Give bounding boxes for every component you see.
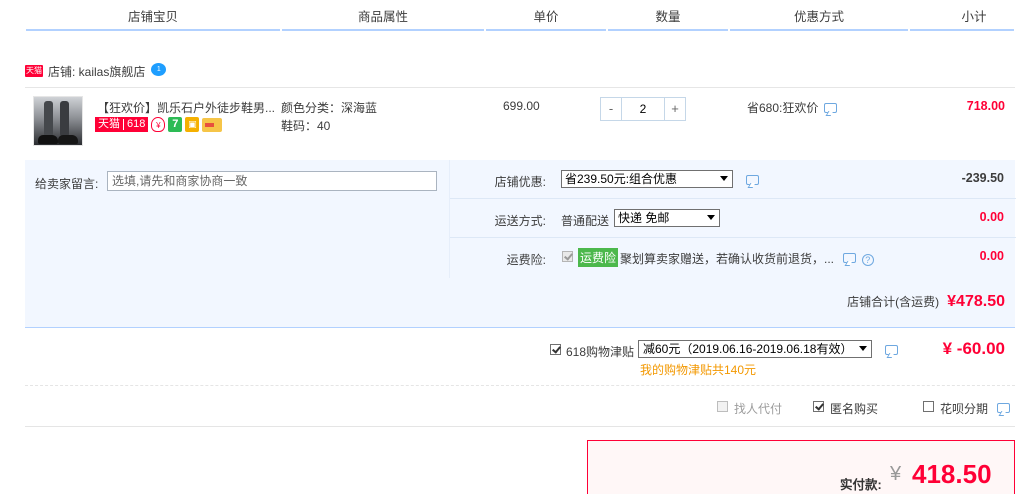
shop-coupon-label: 店铺优惠: xyxy=(494,175,546,189)
shop-coupon-select[interactable]: 省239.50元:组合优惠 xyxy=(561,170,733,188)
service-badges: 天猫 618 ¥ 7 ▣ xyxy=(95,117,223,132)
chevron-down-icon xyxy=(707,215,715,220)
badge-618-text: 618 xyxy=(127,118,146,130)
insurance-label: 运费险: xyxy=(506,253,546,267)
product-thumbnail[interactable] xyxy=(33,96,83,146)
proxy-pay-label: 找人代付 xyxy=(734,402,783,416)
shopping-subsidy-row: 618购物津贴 减60元（2019.06.16-2019.06.18有效） 我的… xyxy=(25,330,1015,386)
subsidy-label: 618购物津贴 xyxy=(566,345,635,359)
tmall-badge-text: 天猫 xyxy=(98,118,120,130)
huabei-checkbox[interactable] xyxy=(923,401,934,412)
discount-text: 省680:狂欢价 xyxy=(747,101,819,115)
tmall-618-badge: 天猫 618 xyxy=(95,117,149,132)
order-options: 店铺优惠: 省239.50元:组合优惠 -239.50 运送方式: 普通配送 快… xyxy=(449,160,1016,278)
qty-plus-button[interactable]: + xyxy=(664,97,686,121)
seller-note-label: 给卖家留言: xyxy=(35,177,99,191)
product-title-link[interactable]: 【狂欢价】凯乐石户外徒步鞋男... xyxy=(97,99,277,116)
chevron-down-icon xyxy=(720,176,728,181)
col-quantity: 数量 xyxy=(608,0,728,32)
anonymous-label: 匿名购买 xyxy=(830,402,879,416)
proxy-pay-checkbox[interactable] xyxy=(717,401,728,412)
insurance-value: 0.00 xyxy=(979,249,1004,263)
col-attrs: 商品属性 xyxy=(282,0,484,32)
col-subtotal: 小计 xyxy=(910,0,1014,32)
shop-coupon-value: -239.50 xyxy=(961,171,1004,185)
subsidy-selected: 减60元（2019.06.16-2019.06.18有效） xyxy=(643,342,853,356)
chat-icon[interactable]: 1 xyxy=(151,62,167,76)
huabei-info-icon[interactable] xyxy=(997,403,1010,413)
subsidy-message-icon[interactable] xyxy=(885,345,898,355)
subsidy-select[interactable]: 减60元（2019.06.16-2019.06.18有效） xyxy=(638,340,872,358)
quantity-stepper: - 2 + xyxy=(600,97,686,121)
payment-currency: ¥ xyxy=(890,463,902,485)
insurance-checkbox[interactable] xyxy=(562,251,573,262)
anonymous-checkbox[interactable] xyxy=(813,401,824,412)
cart-item-row: 【狂欢价】凯乐石户外徒步鞋男... 天猫 618 ¥ 7 ▣ 颜色分类：深海蓝 … xyxy=(25,87,1015,160)
qty-input[interactable]: 2 xyxy=(622,97,664,121)
insurance-row: 运费险: 运费险 聚划算卖家赠送，若确认收货前退货，... ? 0.00 xyxy=(450,238,1016,277)
seller-note-input[interactable]: 选填,请先和商家协商一致 xyxy=(107,171,437,191)
shipping-type: 普通配送 xyxy=(561,214,610,228)
credit-card-icon[interactable] xyxy=(202,117,223,132)
shipping-row: 运送方式: 普通配送 快递 免邮 0.00 xyxy=(450,199,1016,238)
seven-day-return-icon[interactable]: 7 xyxy=(168,117,183,132)
coupon-message-icon[interactable] xyxy=(746,175,759,185)
shop-coupon-row: 店铺优惠: 省239.50元:组合优惠 -239.50 xyxy=(450,160,1016,199)
tmall-icon: 天猫 xyxy=(25,65,43,77)
shop-total: 店铺合计(含运费) ¥478.50 xyxy=(847,293,1005,311)
chevron-down-icon xyxy=(859,346,867,351)
shop-total-label: 店铺合计(含运费) xyxy=(847,295,940,309)
insurance-text: 聚划算卖家赠送，若确认收货前退货，... xyxy=(620,252,835,266)
subsidy-value: ¥ -60.00 xyxy=(942,339,1005,358)
shipping-value: 0.00 xyxy=(979,210,1004,224)
huabei-label: 花呗分期 xyxy=(940,402,989,416)
col-unit-price: 单价 xyxy=(486,0,606,32)
attr-color: 颜色分类：深海蓝 xyxy=(281,101,378,115)
guarantee-icon[interactable]: ¥ xyxy=(151,117,166,132)
payment-total: 418.50 xyxy=(912,459,992,489)
payment-label: 实付款: xyxy=(840,478,882,492)
shop-total-value: ¥478.50 xyxy=(947,293,1005,310)
subsidy-checkbox[interactable] xyxy=(550,344,561,355)
discount-info: 省680:狂欢价 xyxy=(747,99,838,116)
insurance-message-icon[interactable] xyxy=(843,253,857,263)
help-icon[interactable]: ? xyxy=(861,254,874,266)
shipping-selected: 快递 免邮 xyxy=(618,211,670,225)
col-item: 店铺宝贝 xyxy=(26,0,280,32)
shop-coupon-selected: 省239.50元:组合优惠 xyxy=(565,172,678,186)
unit-price: 699.00 xyxy=(503,99,540,113)
insurance-tag: 运费险 xyxy=(578,248,619,267)
discount-message-icon[interactable] xyxy=(824,102,838,113)
shipping-label: 运送方式: xyxy=(494,214,546,228)
item-subtotal: 718.00 xyxy=(966,99,1005,113)
shop-name-link[interactable]: 店铺: kailas旗舰店 xyxy=(48,63,145,80)
subsidy-note: 我的购物津贴共140元 xyxy=(640,363,757,377)
attr-size: 鞋码：40 xyxy=(281,119,331,133)
col-discount: 优惠方式 xyxy=(730,0,908,32)
qty-minus-button[interactable]: - xyxy=(600,97,622,121)
cart-header: 店铺宝贝 商品属性 单价 数量 优惠方式 小计 xyxy=(26,0,1014,32)
order-options-panel: 给卖家留言: 选填,请先和商家协商一致 店铺优惠: 省239.50元:组合优惠 … xyxy=(25,160,1016,328)
shipping-select[interactable]: 快递 免邮 xyxy=(614,209,720,227)
extra-options-row: 找人代付 匿名购买 花呗分期 xyxy=(25,387,1015,427)
payment-summary: 实付款: ¥ 418.50 xyxy=(587,440,1015,494)
shop-line: 天猫 店铺: kailas旗舰店 1 xyxy=(25,62,167,80)
insurance-description: 聚划算卖家赠送，若确认收货前退货，... ? xyxy=(620,250,874,267)
shipping-service-icon[interactable]: ▣ xyxy=(185,117,200,132)
